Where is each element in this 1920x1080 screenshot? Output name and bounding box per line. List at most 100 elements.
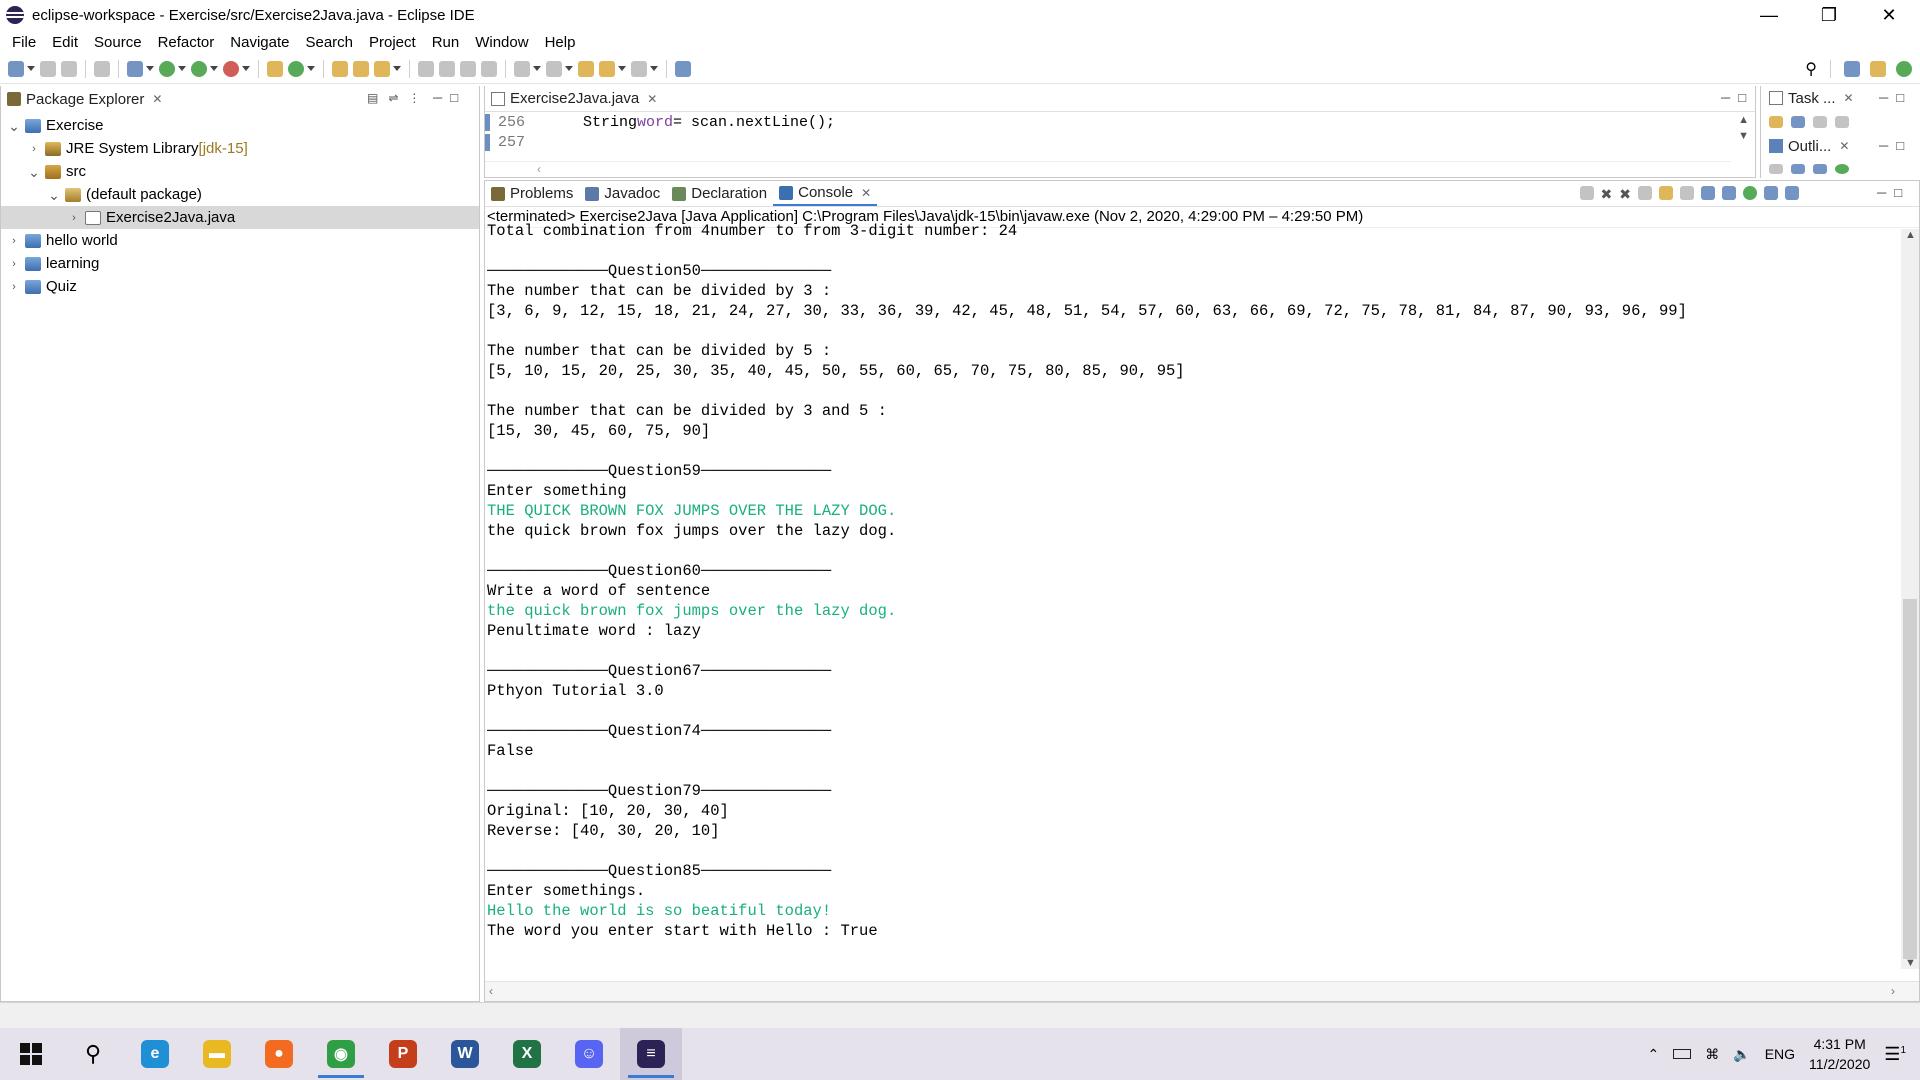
previous-annotation-icon[interactable]: [546, 60, 562, 77]
menu-file[interactable]: File: [4, 34, 44, 51]
menu-search[interactable]: Search: [297, 34, 361, 51]
show-stderr-icon[interactable]: [1722, 186, 1736, 200]
tree-item[interactable]: › Quiz: [1, 275, 479, 298]
tab-declaration[interactable]: Declaration: [666, 182, 773, 206]
debug-icon[interactable]: [127, 60, 143, 77]
notifications-icon[interactable]: ☰1: [1884, 1044, 1906, 1065]
clock[interactable]: 4:31 PM 11/2/2020: [1809, 1034, 1870, 1074]
chevron-right-icon[interactable]: ›: [67, 212, 81, 224]
menu-help[interactable]: Help: [537, 34, 584, 51]
taskbar-app-chrome[interactable]: ◉: [310, 1028, 372, 1080]
new-java-package-icon[interactable]: [267, 60, 283, 77]
tab-task-list[interactable]: Task ... ✕: [1763, 86, 1860, 110]
menu-window[interactable]: Window: [467, 34, 536, 51]
last-edit-location-icon[interactable]: [578, 60, 594, 77]
minimize-maximize-view[interactable]: ─□: [433, 90, 466, 105]
code-line[interactable]: 257: [485, 132, 1731, 152]
menu-navigate[interactable]: Navigate: [222, 34, 297, 51]
forward-icon[interactable]: [631, 60, 647, 77]
editor-hscroll[interactable]: ‹: [485, 161, 1731, 177]
taskbar-app-discord[interactable]: ☺: [558, 1028, 620, 1080]
tab-javadoc[interactable]: Javadoc: [579, 182, 666, 206]
taskbar-search-button[interactable]: ⚲: [62, 1028, 124, 1080]
pin-editor-icon[interactable]: [675, 60, 691, 77]
language-indicator[interactable]: ENG: [1765, 1046, 1795, 1062]
external-tools-icon[interactable]: [223, 60, 239, 77]
new-icon[interactable]: [8, 60, 24, 77]
open-perspective-icon[interactable]: [1844, 61, 1860, 77]
chevron-right-icon[interactable]: ›: [7, 235, 21, 247]
menu-project[interactable]: Project: [361, 34, 424, 51]
close-button[interactable]: ✕: [1860, 0, 1918, 30]
console-toolbar[interactable]: ✖ ✖: [1579, 186, 1799, 203]
wifi-icon[interactable]: ⌘: [1705, 1046, 1719, 1063]
display-console-icon[interactable]: [1764, 186, 1778, 200]
start-button[interactable]: [0, 1028, 62, 1080]
menu-source[interactable]: Source: [86, 34, 150, 51]
tab-package-explorer[interactable]: Package Explorer ✕: [1, 87, 168, 111]
scroll-lock-icon[interactable]: [1659, 186, 1673, 200]
tree-item[interactable]: ⌄ Exercise: [1, 114, 479, 137]
close-icon[interactable]: ✕: [1844, 91, 1854, 105]
search-tool-icon[interactable]: [374, 60, 390, 77]
run-icon[interactable]: [159, 60, 175, 77]
tree-item[interactable]: › Exercise2Java.java: [1, 206, 479, 229]
taskbar-app-excel[interactable]: X: [496, 1028, 558, 1080]
word-wrap-icon[interactable]: [1680, 186, 1694, 200]
menu-edit[interactable]: Edit: [44, 34, 86, 51]
tab-outline[interactable]: Outli... ✕: [1763, 134, 1855, 158]
close-icon[interactable]: ✕: [1839, 139, 1849, 153]
chevron-right-icon[interactable]: ›: [7, 281, 21, 293]
tab-console[interactable]: Console ✕: [773, 182, 878, 206]
taskbar-app-powerpoint[interactable]: P: [372, 1028, 434, 1080]
close-icon[interactable]: ✕: [861, 186, 871, 200]
minimize-button[interactable]: —: [1740, 0, 1798, 30]
taskbar-app-eclipse[interactable]: ≡: [620, 1028, 682, 1080]
chevron-down-icon[interactable]: ⌄: [27, 165, 41, 179]
open-task-icon[interactable]: [353, 60, 369, 77]
battery-icon[interactable]: [1673, 1049, 1692, 1059]
tree-item[interactable]: › JRE System Library [jdk-15]: [1, 137, 479, 160]
volume-icon[interactable]: 🔈: [1733, 1046, 1750, 1063]
outline-toolbar[interactable]: [1769, 164, 1849, 174]
save-all-icon[interactable]: [61, 60, 77, 77]
skip-breakpoints-icon[interactable]: [94, 60, 110, 77]
coverage-icon[interactable]: [191, 60, 207, 77]
taskbar-app-firefox[interactable]: ●: [248, 1028, 310, 1080]
back-icon[interactable]: [599, 60, 615, 77]
tree-item[interactable]: › hello world: [1, 229, 479, 252]
pin-console-icon[interactable]: [1743, 186, 1757, 200]
java-perspective-icon[interactable]: [1870, 61, 1886, 77]
mark-occurrences-icon[interactable]: [439, 60, 455, 77]
next-annotation-icon[interactable]: [514, 60, 530, 77]
remove-all-icon[interactable]: ✖: [1619, 186, 1631, 203]
chevron-up-icon[interactable]: ⌃: [1648, 1046, 1660, 1063]
task-toolbar[interactable]: [1769, 116, 1849, 128]
console-hscroll[interactable]: ‹ ›: [485, 981, 1919, 1001]
minimize-maximize-view[interactable]: ─□: [1879, 138, 1912, 153]
clear-console-icon[interactable]: [1638, 186, 1652, 200]
code-area[interactable]: 256 String word = scan.nextLine(); 257: [485, 112, 1731, 152]
chevron-down-icon[interactable]: ⌄: [47, 188, 61, 202]
new-java-class-icon[interactable]: [288, 60, 304, 77]
show-stdout-icon[interactable]: [1701, 186, 1715, 200]
tree-item[interactable]: ⌄ (default package): [1, 183, 479, 206]
console-vscroll[interactable]: ▲ ▼: [1901, 229, 1919, 969]
remove-launch-icon[interactable]: ✖: [1601, 186, 1613, 203]
view-toolbar[interactable]: ▤⇌⋮: [367, 91, 430, 105]
restore-button[interactable]: ❐: [1800, 0, 1858, 30]
show-whitespace-icon[interactable]: [481, 60, 497, 77]
menu-refactor[interactable]: Refactor: [150, 34, 223, 51]
scrollbar-thumb[interactable]: [1903, 599, 1917, 959]
console-output[interactable]: Total combination from 4number to from 3…: [487, 221, 1897, 961]
open-type-icon[interactable]: [332, 60, 348, 77]
taskbar-app-edge[interactable]: e: [124, 1028, 186, 1080]
minimize-maximize-view[interactable]: ─□: [1879, 90, 1912, 105]
tree-item[interactable]: › learning: [1, 252, 479, 275]
chevron-down-icon[interactable]: ⌄: [7, 119, 21, 133]
open-console-icon[interactable]: [1785, 186, 1799, 200]
taskbar-app-file-explorer[interactable]: ▬: [186, 1028, 248, 1080]
editor-vscroll[interactable]: ▲ ▼: [1738, 112, 1749, 144]
minimize-maximize-view[interactable]: ─□: [1721, 90, 1754, 105]
chevron-right-icon[interactable]: ›: [27, 143, 41, 155]
